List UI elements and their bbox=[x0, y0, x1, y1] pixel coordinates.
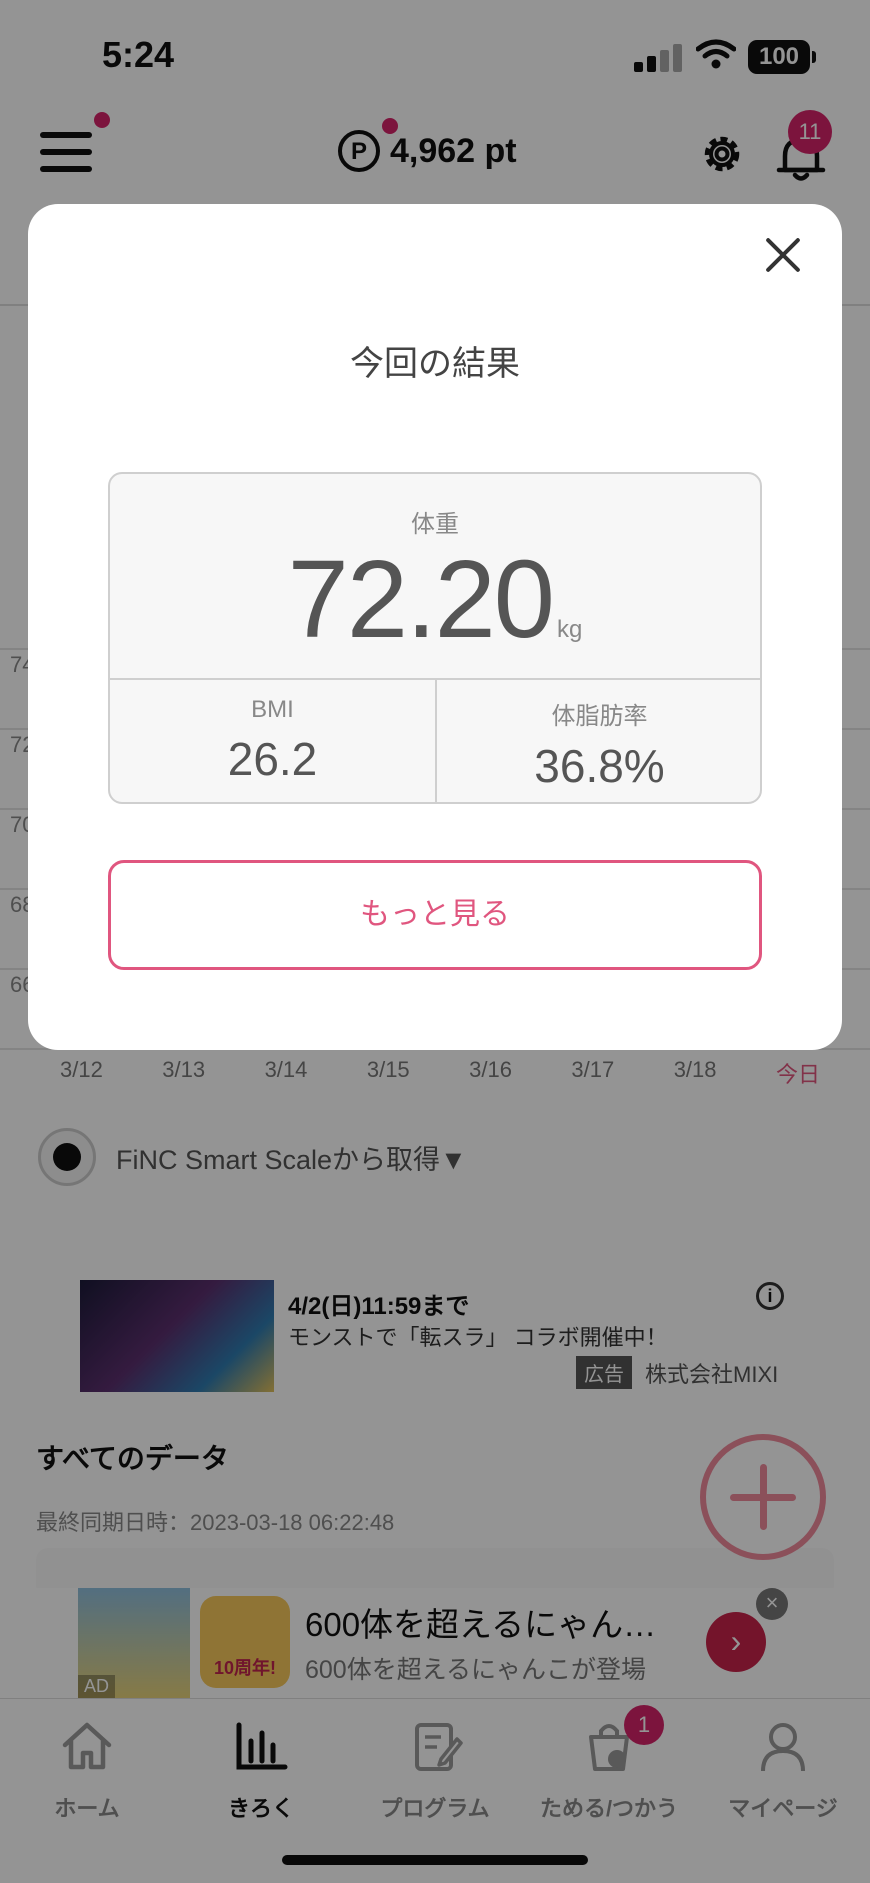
result-box: 体重 72.20 kg BMI 26.2 体脂肪率 36.8% bbox=[108, 472, 762, 804]
see-more-button[interactable]: もっと見る bbox=[108, 860, 762, 970]
result-modal: 今回の結果 体重 72.20 kg BMI 26.2 体脂肪率 36.8% もっと… bbox=[28, 204, 842, 1050]
bmi-value: 26.2 bbox=[227, 733, 318, 785]
weight-value: 72.20 bbox=[287, 538, 555, 661]
bmi-stat: BMI 26.2 bbox=[110, 696, 435, 786]
bmi-label: BMI bbox=[251, 696, 294, 723]
weight-reading: 72.20 kg bbox=[110, 536, 760, 663]
weight-label: 体重 bbox=[411, 511, 459, 538]
body-fat-stat: 体脂肪率 36.8% bbox=[437, 696, 760, 793]
body-fat-label: 体脂肪率 bbox=[551, 703, 648, 730]
close-icon[interactable] bbox=[758, 230, 808, 280]
body-fat-value: 36.8% bbox=[534, 740, 665, 792]
modal-title: 今回の結果 bbox=[350, 345, 520, 383]
weight-unit: kg bbox=[556, 616, 583, 643]
